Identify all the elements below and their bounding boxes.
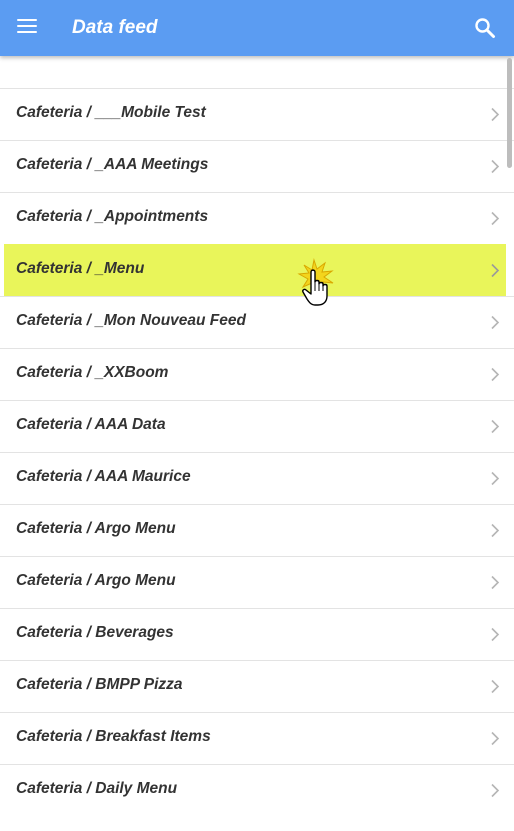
list-item-label: Cafeteria / ___Mobile Test — [16, 104, 206, 121]
list-item[interactable]: Cafeteria / AAA Data — [0, 400, 514, 452]
list-item-label: Cafeteria / Daily Menu — [16, 780, 178, 797]
chevron-right-icon — [491, 731, 500, 746]
app-bar: Data feed — [0, 0, 514, 56]
list-item[interactable]: Cafeteria / Argo Menu — [0, 504, 514, 556]
list-item-label: Cafeteria / _AAA Meetings — [16, 156, 209, 173]
list-item-label: Cafeteria / _Mon Nouveau Feed — [16, 312, 246, 329]
chevron-right-icon — [491, 107, 500, 122]
chevron-right-icon — [491, 315, 500, 330]
list-item-label: Cafeteria / BMPP Pizza — [16, 676, 183, 693]
list-item-label: Cafeteria / Argo Menu — [16, 572, 176, 589]
list-item[interactable]: Cafeteria / _Mon Nouveau Feed — [0, 296, 514, 348]
list-item-label: Cafeteria / Breakfast Items — [16, 728, 211, 745]
list-item[interactable]: Cafeteria / BMPP Pizza — [0, 660, 514, 712]
chevron-right-icon — [491, 471, 500, 486]
list-item-label: Cafeteria / AAA Data — [16, 416, 166, 433]
list-item-label: Cafeteria / AAA Maurice — [16, 468, 191, 485]
chevron-right-icon — [491, 419, 500, 434]
page-title: Data feed — [72, 17, 158, 38]
list-item[interactable]: Cafeteria / Daily Menu — [0, 764, 514, 816]
chevron-right-icon — [491, 575, 500, 590]
list-item[interactable]: Cafeteria / Beverages — [0, 608, 514, 660]
list-item[interactable]: Cafeteria / AAA Maurice — [0, 452, 514, 504]
list-item-label: Cafeteria / _Appointments — [16, 208, 209, 225]
chevron-right-icon — [491, 523, 500, 538]
app-screen: Data feed Cafeteria / ___Mobile Test Caf… — [0, 0, 514, 831]
chevron-right-icon — [491, 367, 500, 382]
scrollbar[interactable] — [507, 58, 512, 168]
chevron-right-icon — [491, 679, 500, 694]
list-item[interactable]: Cafeteria / _AAA Meetings — [0, 140, 514, 192]
list-item-label: Cafeteria / Argo Menu — [16, 520, 176, 537]
search-icon[interactable] — [474, 17, 496, 39]
list-item-selected[interactable]: Cafeteria / _Menu — [4, 244, 506, 296]
chevron-right-icon — [491, 159, 500, 174]
menu-icon[interactable] — [17, 19, 39, 37]
list-item-label: Cafeteria / _XXBoom — [16, 364, 169, 381]
list-item[interactable]: Cafeteria / Breakfast Items — [0, 712, 514, 764]
list-item[interactable]: Cafeteria / Argo Menu — [0, 556, 514, 608]
chevron-right-icon — [491, 263, 500, 278]
chevron-right-icon — [491, 783, 500, 798]
list-item-label: Cafeteria / _Menu — [16, 260, 145, 277]
chevron-right-icon — [491, 211, 500, 226]
chevron-right-icon — [491, 627, 500, 642]
list-item-label: Cafeteria / Beverages — [16, 624, 174, 641]
list-item[interactable]: Cafeteria / _Appointments — [0, 192, 514, 244]
data-feed-list: Cafeteria / ___Mobile Test Cafeteria / _… — [0, 88, 514, 816]
list-item[interactable]: Cafeteria / ___Mobile Test — [0, 88, 514, 140]
list-item[interactable]: Cafeteria / _XXBoom — [0, 348, 514, 400]
